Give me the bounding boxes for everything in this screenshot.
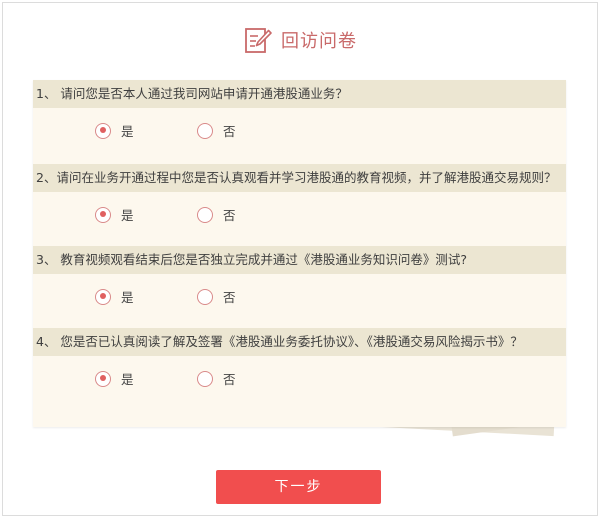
option-yes[interactable]: 是 [95,287,134,306]
option-label: 是 [121,372,134,387]
question-2: 2、请问在业务开通过程中您是否认真观看并学习港股通的教育视频，并了解港股通交易规… [33,164,566,242]
option-label: 否 [223,372,236,387]
radio-checked-icon[interactable] [95,288,111,305]
option-no[interactable]: 否 [197,205,236,224]
option-yes[interactable]: 是 [95,205,134,224]
question-options: 是 否 [33,192,566,242]
option-label: 是 [121,124,134,139]
radio-unchecked-icon[interactable] [197,122,213,139]
radio-checked-icon[interactable] [95,370,111,387]
option-label: 否 [223,290,236,305]
radio-unchecked-icon[interactable] [197,206,213,223]
edit-form-icon [245,28,272,53]
question-4: 4、 您是否已认真阅读了解及签署《港股通业务委托协议》、《港股通交易风险揭示书》… [33,328,566,406]
next-step-button[interactable]: 下一步 [216,470,381,504]
question-1: 1、 请问您是否本人通过我司网站申请开通港股通业务？ 是 否 [33,80,566,158]
option-label: 否 [223,208,236,223]
questionnaire-card: 1、 请问您是否本人通过我司网站申请开通港股通业务？ 是 否 2、请问在业务开通… [33,80,566,427]
page-header: 回访问卷 [0,22,600,58]
radio-checked-icon[interactable] [95,122,111,139]
option-yes[interactable]: 是 [95,121,134,140]
radio-unchecked-icon[interactable] [197,288,213,305]
option-label: 否 [223,124,236,139]
option-label: 是 [121,290,134,305]
radio-unchecked-icon[interactable] [197,370,213,387]
question-text: 4、 您是否已认真阅读了解及签署《港股通业务委托协议》、《港股通交易风险揭示书》… [33,328,566,356]
question-text: 1、 请问您是否本人通过我司网站申请开通港股通业务？ [33,80,566,108]
question-3: 3、 教育视频观看结束后您是否独立完成并通过《港股通业务知识问卷》测试? 是 否 [33,246,566,324]
radio-checked-icon[interactable] [95,206,111,223]
option-no[interactable]: 否 [197,287,236,306]
question-options: 是 否 [33,356,566,406]
option-label: 是 [121,208,134,223]
question-text: 2、请问在业务开通过程中您是否认真观看并学习港股通的教育视频，并了解港股通交易规… [33,164,566,192]
question-text: 3、 教育视频观看结束后您是否独立完成并通过《港股通业务知识问卷》测试? [33,246,566,274]
question-options: 是 否 [33,274,566,324]
option-no[interactable]: 否 [197,369,236,388]
question-options: 是 否 [33,108,566,158]
option-yes[interactable]: 是 [95,369,134,388]
page-title: 回访问卷 [281,31,357,52]
header-inner: 回访问卷 [243,25,357,55]
option-no[interactable]: 否 [197,121,236,140]
